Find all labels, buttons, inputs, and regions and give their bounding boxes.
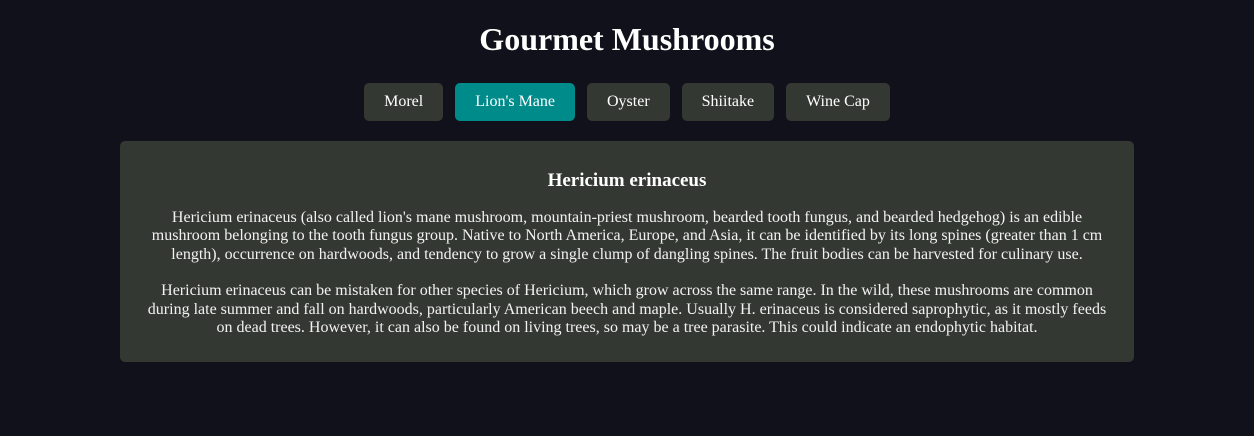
page-title: Gourmet Mushrooms [479,21,775,57]
page: Gourmet Mushrooms Morel Lion's Mane Oyst… [0,0,1254,436]
mushroom-tabs: Morel Lion's Mane Oyster Shiitake Wine C… [0,83,1254,121]
mushroom-info-panel: Hericium erinaceus Hericium erinaceus (a… [120,141,1134,362]
panel-heading: Hericium erinaceus [547,170,707,191]
tab-oyster[interactable]: Oyster [587,83,670,121]
panel-paragraph-habitat: Hericium erinaceus can be mistaken for o… [147,282,1107,337]
tab-wine-cap[interactable]: Wine Cap [786,83,890,121]
tab-lions-mane[interactable]: Lion's Mane [455,83,575,121]
tab-morel[interactable]: Morel [364,83,444,121]
panel-paragraph-description: Hericium erinaceus (also called lion's m… [151,209,1103,263]
tab-shiitake[interactable]: Shiitake [681,83,775,121]
